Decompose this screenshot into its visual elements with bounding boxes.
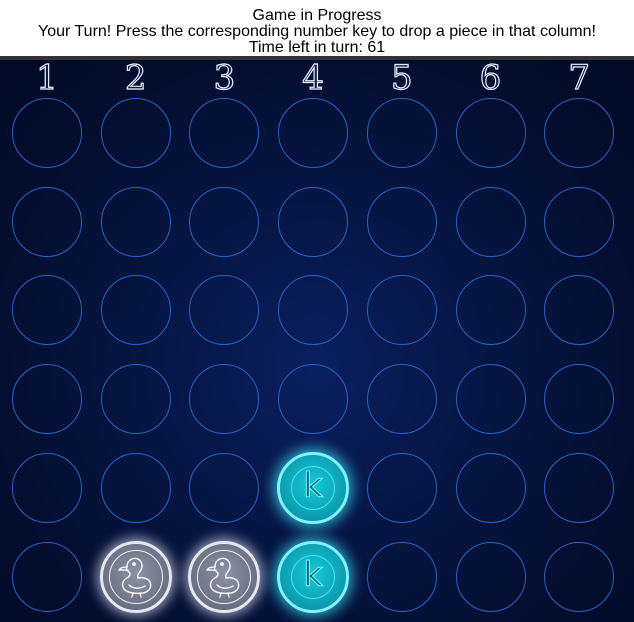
board-slot-r3-c4[interactable] — [278, 275, 349, 346]
board-slot-r2-c6[interactable] — [455, 186, 526, 257]
board-slot-r4-c6[interactable] — [455, 364, 526, 435]
board-slot-r1-c5[interactable] — [366, 98, 437, 168]
turn-instruction: Your Turn! Press the corresponding numbe… — [38, 23, 596, 40]
board-slot-r1-c7[interactable] — [544, 98, 615, 168]
board-slot-r6-c1[interactable] — [12, 541, 82, 612]
board-slot-r1-c3[interactable] — [189, 98, 260, 168]
game-board: 1 2 3 4 5 6 7 k k — [0, 60, 634, 622]
board-slot-r3-c5[interactable] — [366, 275, 437, 346]
board-slot-r5-c6[interactable] — [455, 452, 526, 523]
column-number-4[interactable]: 4 — [288, 60, 338, 97]
duck-icon — [206, 557, 240, 598]
letter-k-icon: k — [303, 554, 324, 595]
board-slot-r3-c3[interactable] — [189, 275, 260, 346]
board-slot-r2-c5[interactable] — [366, 186, 437, 257]
board-slot-r1-c1[interactable] — [12, 98, 82, 168]
board-slot-r4-c5[interactable] — [366, 364, 437, 435]
board-slot-r3-c6[interactable] — [455, 275, 526, 346]
board-slot-r4-c1[interactable] — [12, 364, 82, 435]
board-slot-r2-c3[interactable] — [189, 186, 260, 257]
board-slot-r2-c7[interactable] — [544, 186, 615, 257]
board-slot-r4-c4[interactable] — [278, 364, 349, 435]
column-number-5[interactable]: 5 — [377, 60, 427, 97]
board-slot-r2-c4[interactable] — [278, 186, 349, 257]
board-slot-r2-c2[interactable] — [100, 186, 171, 257]
board-slot-r5-c7[interactable] — [544, 452, 615, 523]
column-number-7[interactable]: 7 — [554, 60, 604, 97]
column-number-6[interactable]: 6 — [466, 60, 516, 97]
piece-k-r6-c4: k — [277, 540, 350, 613]
column-number-2[interactable]: 2 — [111, 60, 161, 97]
board-slot-r4-c3[interactable] — [189, 364, 260, 435]
column-number-3[interactable]: 3 — [199, 60, 249, 97]
piece-duck-r6-c3 — [188, 540, 261, 613]
board-slot-r4-c2[interactable] — [100, 364, 171, 435]
game-header: Game in Progress Your Turn! Press the co… — [0, 0, 634, 57]
board-slot-r3-c2[interactable] — [100, 275, 171, 346]
board-slot-r4-c7[interactable] — [544, 364, 615, 435]
board-slot-r1-c2[interactable] — [100, 98, 171, 168]
duck-icon — [117, 557, 152, 598]
column-number-1[interactable]: 1 — [22, 60, 72, 97]
piece-k-r5-c4: k — [277, 451, 350, 524]
board-slot-r6-c5[interactable] — [366, 541, 437, 612]
board-slot-r6-c6[interactable] — [455, 541, 526, 612]
board-slot-r3-c1[interactable] — [12, 275, 82, 346]
board-slot-r1-c6[interactable] — [455, 98, 526, 168]
board-slot-r5-c5[interactable] — [366, 452, 437, 523]
board-slot-r1-c4[interactable] — [278, 98, 349, 168]
board-slot-r5-c3[interactable] — [189, 452, 260, 523]
piece-duck-r6-c2 — [99, 540, 172, 613]
board-slot-r6-c7[interactable] — [544, 541, 615, 612]
board-slot-r5-c2[interactable] — [100, 452, 171, 523]
board-slot-r3-c7[interactable] — [544, 275, 615, 346]
turn-timer: Time left in turn: 61 — [248, 39, 386, 56]
letter-k-icon: k — [303, 465, 324, 506]
board-slot-r5-c1[interactable] — [12, 452, 82, 523]
game-status: Game in Progress — [252, 7, 382, 24]
board-slot-r2-c1[interactable] — [12, 186, 82, 257]
